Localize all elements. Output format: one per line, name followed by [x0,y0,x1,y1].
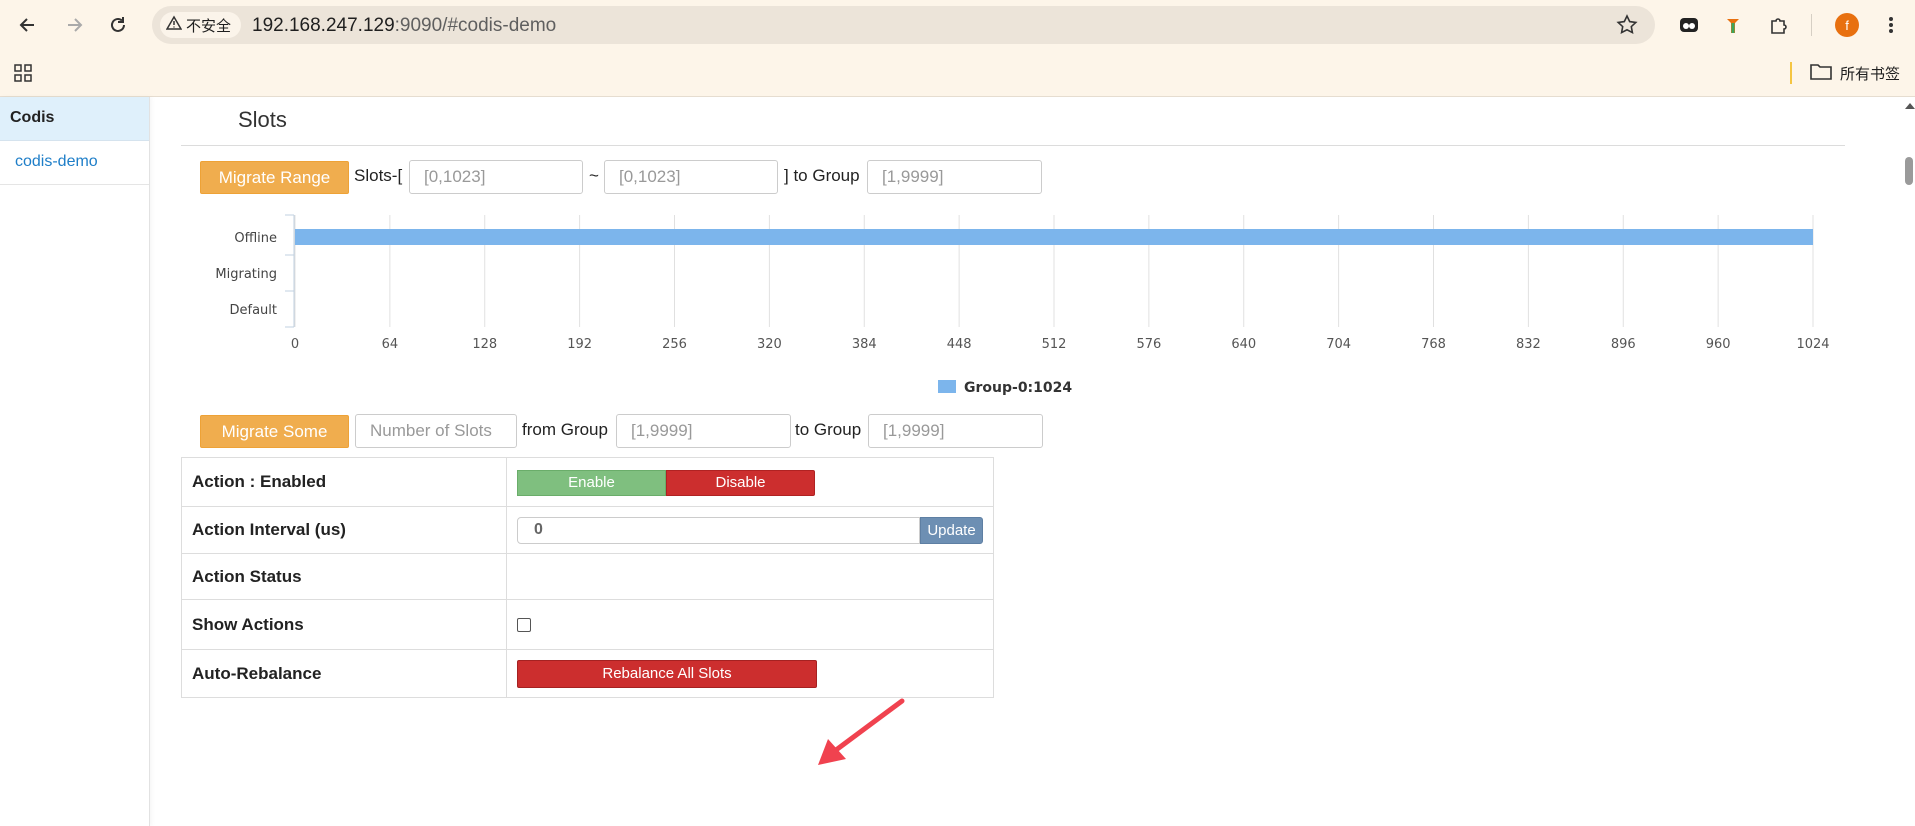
disable-button[interactable]: Disable [666,469,815,496]
x-tick-label: 832 [1516,337,1541,352]
legend-swatch [938,380,956,393]
table-row: Action Status [181,553,994,600]
x-tick-label: 576 [1136,337,1161,352]
table-row: Action : Enabled Enable Disable [181,457,994,507]
x-tick-label: 640 [1231,337,1256,352]
forward-icon[interactable] [58,9,90,41]
table-row: Show Actions [181,599,994,650]
x-tick-label: 768 [1421,337,1446,352]
scroll-up-icon[interactable] [1905,103,1915,109]
apps-icon[interactable] [13,63,33,88]
y-category-label: Migrating [215,267,277,282]
show-actions-cell [506,599,994,650]
action-enabled-label: Action : Enabled [181,457,507,507]
x-tick-label: 320 [757,337,782,352]
enable-button[interactable]: Enable [517,469,666,496]
star-icon[interactable] [1615,13,1639,42]
table-row: Auto-Rebalance Rebalance All Slots [181,649,994,698]
x-tick-label: 64 [382,337,399,352]
from-group-label: from Group [522,420,608,439]
action-enabled-cell: Enable Disable [506,457,994,507]
action-interval-label: Action Interval (us) [181,506,507,554]
x-tick-label: 128 [472,337,497,352]
x-tick-label: 1024 [1796,337,1829,352]
toolbar-divider [1811,14,1812,36]
action-toggle: Enable Disable [517,469,815,496]
scroll-thumb[interactable] [1905,157,1913,185]
from-group-input[interactable] [616,414,791,448]
action-interval-input[interactable] [517,516,920,544]
extension-icon[interactable] [1720,12,1746,38]
annotation-arrow [818,698,905,765]
scrollbar[interactable] [1902,97,1915,826]
puzzle-icon[interactable] [1766,12,1792,38]
x-tick-label: 192 [567,337,592,352]
bookmarks-bar: 所有书签 [0,50,1915,97]
folder-icon [1810,62,1832,84]
auto-rebalance-label: Auto-Rebalance [181,649,507,698]
show-actions-checkbox[interactable] [517,617,531,632]
slot-count-input[interactable] [355,414,517,448]
auto-rebalance-cell: Rebalance All Slots [506,649,994,698]
security-label: 不安全 [186,17,232,35]
migrate-some-button[interactable]: Migrate Some [200,415,349,448]
avatar[interactable]: f [1835,13,1859,37]
y-category-label: Default [230,303,278,318]
action-status-value [506,553,994,600]
action-settings-table: Action : Enabled Enable Disable Action I… [181,457,994,698]
action-status-label: Action Status [181,553,507,600]
x-tick-label: 960 [1706,337,1731,352]
update-button[interactable]: Update [920,516,983,544]
browser-toolbar: 不安全 192.168.247.129:9090/#codis-demo f [0,0,1915,50]
reload-icon[interactable] [102,9,134,41]
security-chip[interactable]: 不安全 [160,12,242,38]
back-icon[interactable] [12,9,44,41]
x-tick-label: 512 [1042,337,1067,352]
x-tick-label: 0 [291,337,299,352]
bar-offline [295,229,1813,245]
menu-icon[interactable] [1878,12,1904,38]
x-tick-label: 384 [852,337,877,352]
to-group-input[interactable] [868,414,1043,448]
action-interval-cell: Update [506,506,994,554]
x-tick-label: 704 [1326,337,1351,352]
url-text: 192.168.247.129:9090/#codis-demo [252,15,557,36]
bookmarks-folder-label: 所有书签 [1840,65,1901,83]
extension-icon[interactable] [1676,12,1702,38]
warning-icon [165,15,183,35]
y-category-label: Offline [234,231,277,246]
address-bar[interactable]: 不安全 192.168.247.129:9090/#codis-demo [152,6,1655,44]
rebalance-all-slots-button[interactable]: Rebalance All Slots [517,659,817,688]
legend-label: Group-0:1024 [964,380,1072,396]
bookmarks-separator [1790,62,1792,84]
x-tick-label: 448 [947,337,972,352]
x-tick-label: 256 [662,337,687,352]
all-bookmarks-folder[interactable]: 所有书签 [1810,62,1900,84]
x-tick-label: 896 [1611,337,1636,352]
to-group-label: to Group [795,420,862,439]
show-actions-label: Show Actions [181,599,507,650]
table-row: Action Interval (us) Update [181,506,994,554]
